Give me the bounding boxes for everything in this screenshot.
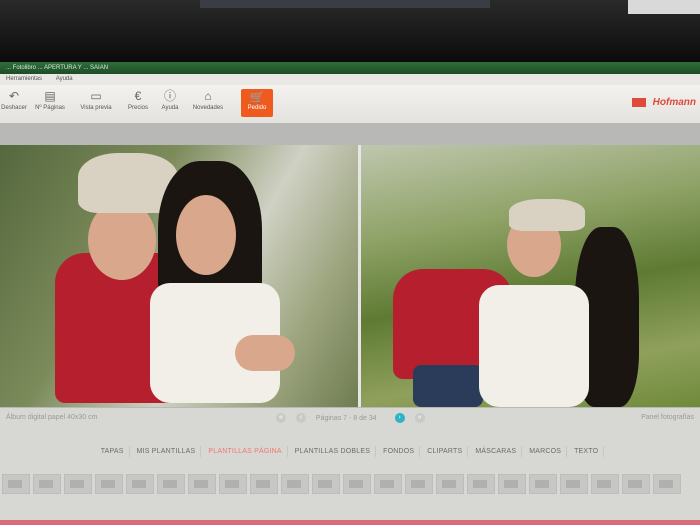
album-canvas [0,123,700,408]
preview-icon: ▭ [90,89,102,103]
info-icon: ⓘ [163,89,176,103]
menu-herramientas[interactable]: Herramientas [6,76,42,82]
template-thumbnail[interactable] [591,474,619,494]
album-format: Álbum digital papel 40x30 cm [6,414,98,421]
template-tabs: TAPAS MIS PLANTILLAS PLANTILLAS PÁGINA P… [0,446,700,460]
tab-tapas[interactable]: TAPAS [96,446,130,457]
prices-label: Precios [127,105,148,111]
hands-shape [235,335,295,371]
template-thumbnail[interactable] [188,474,216,494]
first-page-icon[interactable]: « [276,413,286,423]
help-label: Ayuda [161,105,179,111]
template-thumbnail[interactable] [157,474,185,494]
menu-bar: Herramientas Ayuda [0,74,700,85]
reflection-strip [200,0,490,8]
tab-texto[interactable]: TEXTO [569,446,605,457]
template-thumbnail[interactable] [33,474,61,494]
tab-plantillas-dobles[interactable]: PLANTILLAS DOBLES [290,446,377,457]
last-page-icon[interactable]: » [414,413,425,423]
screen-base-strip [0,520,700,525]
status-bar: Álbum digital papel 40x30 cm « ‹ Páginas… [0,410,700,424]
template-thumbnail[interactable] [467,474,495,494]
undo-icon: ↶ [8,89,20,103]
window-titlebar: ... Fotolibro ... APERTURA Y ... SAIAN [0,62,700,74]
euro-icon: € [134,89,142,103]
template-thumbnails [0,474,700,498]
preview-label: Vista previa [80,105,112,111]
template-thumbnail[interactable] [374,474,402,494]
page-navigator: « ‹ Páginas 7 - 8 de 34 › » [276,413,433,425]
template-thumbnail[interactable] [312,474,340,494]
monitor-corner [628,0,700,14]
tab-mascaras[interactable]: MÁSCARAS [470,446,523,457]
pages-button[interactable]: ▤ Nº Páginas [30,89,70,111]
template-thumbnail[interactable] [653,474,681,494]
order-label: Pedido [247,105,267,111]
template-thumbnail[interactable] [95,474,123,494]
panel-label[interactable]: Panel fotografías [641,414,694,421]
template-thumbnail[interactable] [126,474,154,494]
menu-ayuda[interactable]: Ayuda [56,76,73,82]
brand-mark-icon [631,97,646,107]
main-toolbar: ↶ Deshacer ▤ Nº Páginas ▭ Vista previa €… [0,85,700,124]
pages-icon: ▤ [44,89,56,103]
couple-kiss-photo[interactable] [361,145,700,407]
tab-plantillas-pagina[interactable]: PLANTILLAS PÁGINA [203,446,288,457]
template-thumbnail[interactable] [343,474,371,494]
template-thumbnail[interactable] [560,474,588,494]
template-thumbnail[interactable] [622,474,650,494]
template-thumbnail[interactable] [2,474,30,494]
brand-name: Hofmann [652,97,696,108]
template-thumbnail[interactable] [405,474,433,494]
order-button[interactable]: 🛒 Pedido [241,89,273,117]
template-thumbnail[interactable] [436,474,464,494]
home-icon: ⌂ [204,89,212,103]
template-thumbnail[interactable] [529,474,557,494]
application-screen: ... Fotolibro ... APERTURA Y ... SAIAN H… [0,62,700,525]
template-thumbnail[interactable] [281,474,309,494]
template-thumbnail[interactable] [64,474,92,494]
window-title: ... Fotolibro ... APERTURA Y ... SAIAN [6,65,109,71]
preview-button[interactable]: ▭ Vista previa [76,89,116,111]
help-button[interactable]: ⓘ Ayuda [150,89,190,111]
undo-button[interactable]: ↶ Deshacer [0,89,34,111]
bottom-panel: Álbum digital papel 40x30 cm « ‹ Páginas… [0,408,700,525]
jeans-shape [413,365,483,407]
couple-hug-photo[interactable] [0,145,358,407]
tab-marcos[interactable]: MARCOS [524,446,568,457]
brand-logo: Hofmann [631,97,696,108]
next-page-icon[interactable]: › [394,413,405,423]
undo-label: Deshacer [1,105,27,111]
news-button[interactable]: ⌂ Novedades [188,89,228,111]
tab-mis-plantillas[interactable]: MIS PLANTILLAS [132,446,202,457]
template-thumbnail[interactable] [250,474,278,494]
prev-page-icon[interactable]: ‹ [295,413,306,423]
page-indicator: Páginas 7 - 8 de 34 [315,414,377,422]
news-label: Novedades [192,105,224,111]
pages-label: Nº Páginas [35,105,65,111]
white-top-shape [479,285,589,407]
tab-cliparts[interactable]: CLIPARTS [422,446,469,457]
woman-face-shape [176,195,236,275]
cart-icon: 🛒 [249,90,265,104]
tab-fondos[interactable]: FONDOS [378,446,421,457]
monitor-bezel [0,0,700,62]
template-thumbnail[interactable] [219,474,247,494]
template-thumbnail[interactable] [498,474,526,494]
cap-shape [509,199,585,231]
